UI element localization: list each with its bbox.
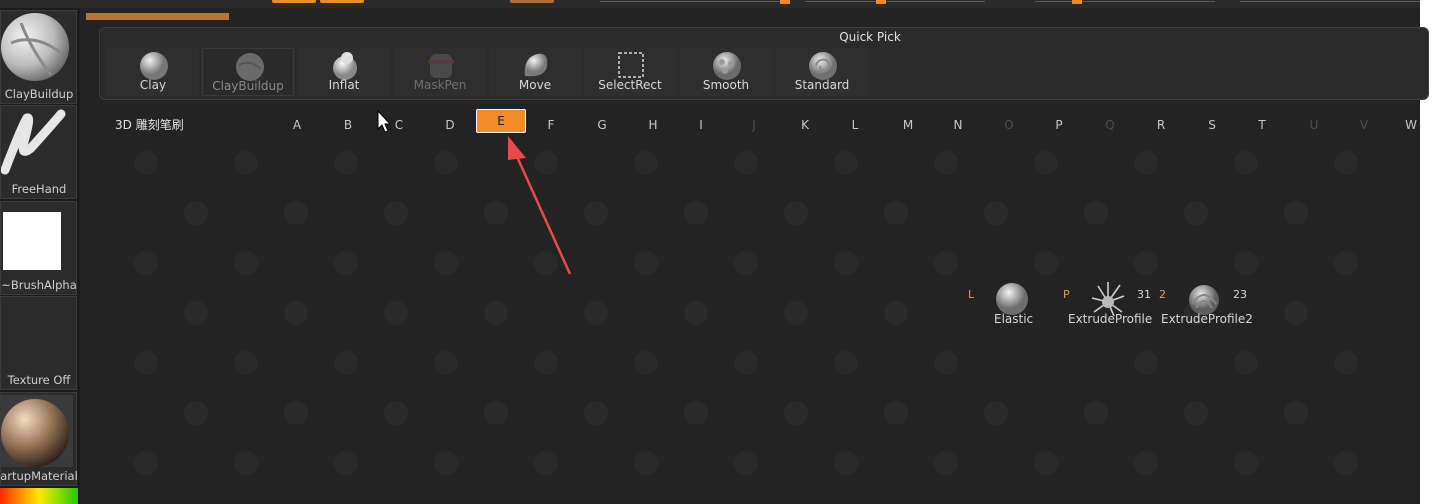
- stroke-label: FreeHand: [11, 182, 67, 196]
- material-slot[interactable]: artupMaterial: [0, 392, 78, 486]
- quick-pick-standard[interactable]: Standard: [776, 48, 868, 96]
- alpha-label: ~BrushAlpha: [1, 278, 77, 292]
- letter-filter-n[interactable]: N: [948, 118, 968, 132]
- top-slider-track-3[interactable]: [1035, 1, 1215, 2]
- freehand-stroke-icon: [1, 108, 73, 180]
- palette-drag-bar[interactable]: [86, 13, 229, 20]
- top-toolbar-strip: [0, 0, 1420, 8]
- result-label: ExtrudeProfile: [1068, 312, 1153, 326]
- texture-label: Texture Off: [7, 373, 71, 387]
- letter-filter-j[interactable]: J: [744, 118, 764, 132]
- extrudeprofile2-brush-icon: [1189, 285, 1219, 315]
- brush-result-extrudeprofile[interactable]: P 31 ExtrudeProfile: [1062, 282, 1158, 332]
- quick-pick-label: Clay: [139, 78, 167, 92]
- stroke-slot[interactable]: FreeHand: [0, 105, 77, 199]
- alpha-slot[interactable]: ~BrushAlpha: [0, 201, 77, 295]
- maskpen-brush-icon: [428, 54, 454, 78]
- quick-pick-label: SelectRect: [598, 78, 662, 92]
- top-slider-knob-2[interactable]: [876, 0, 886, 4]
- result-count: 31: [1137, 288, 1151, 301]
- result-label: ExtrudeProfile2: [1161, 312, 1253, 326]
- quick-pick-selectrect[interactable]: SelectRect: [584, 48, 676, 96]
- letter-filter-v[interactable]: V: [1354, 118, 1374, 132]
- standard-brush-icon: [809, 52, 837, 80]
- letter-filter-a[interactable]: A: [287, 118, 307, 132]
- result-label: Elastic: [994, 312, 1034, 326]
- brush-palette-title: 3D 雕刻笔刷: [115, 118, 184, 132]
- result-tag: 2: [1159, 288, 1166, 301]
- letter-filter-i[interactable]: I: [691, 118, 711, 132]
- annotation-arrow-icon: [508, 136, 572, 275]
- quick-pick-smooth[interactable]: Smooth: [680, 48, 772, 96]
- current-brush-label: ClayBuildup: [4, 87, 74, 101]
- top-slider-track-4[interactable]: [1240, 1, 1420, 2]
- quick-pick-label: Move: [518, 78, 552, 92]
- clay-buildup-brush-icon: [1, 13, 69, 81]
- result-count: 23: [1233, 288, 1247, 301]
- top-toggle-1[interactable]: [272, 0, 316, 3]
- smooth-brush-icon: [713, 52, 741, 80]
- quick-pick-label: ClayBuildup: [212, 79, 284, 93]
- claybuildup-brush-icon: [236, 53, 264, 81]
- texture-slot[interactable]: Texture Off: [0, 296, 77, 390]
- top-toggle-3[interactable]: [510, 0, 554, 3]
- mouse-cursor-icon: [377, 110, 391, 133]
- letter-filter-h[interactable]: H: [643, 118, 663, 132]
- letter-filter-m[interactable]: M: [898, 118, 918, 132]
- brush-result-extrudeprofile2[interactable]: 2 23 ExtrudeProfile2: [1158, 282, 1254, 332]
- letter-filter-q[interactable]: Q: [1100, 118, 1120, 132]
- letter-filter-p[interactable]: P: [1049, 118, 1069, 132]
- quick-pick-label: Inflat: [328, 78, 360, 92]
- top-slider-track-1[interactable]: [600, 1, 790, 2]
- quick-pick-label: Smooth: [702, 78, 750, 92]
- letter-filter-c[interactable]: C: [389, 118, 409, 132]
- elastic-brush-icon: [996, 283, 1028, 315]
- letter-filter-d[interactable]: D: [440, 118, 460, 132]
- startup-material-icon: [1, 395, 73, 467]
- quick-pick-label: Standard: [794, 78, 850, 92]
- top-slider-knob-3[interactable]: [1072, 0, 1082, 4]
- selectrect-brush-icon: [618, 52, 644, 78]
- quick-pick-maskpen[interactable]: MaskPen: [394, 48, 486, 96]
- current-brush-slot[interactable]: ClayBuildup: [0, 10, 77, 104]
- extrudeprofile-brush-icon: [1091, 282, 1125, 316]
- letter-filter-w[interactable]: W: [1404, 118, 1418, 132]
- texture-off-icon: [1, 299, 73, 371]
- quick-pick-clay[interactable]: Clay: [107, 48, 199, 96]
- quick-pick-label: MaskPen: [413, 78, 467, 92]
- quick-pick-title: Quick Pick: [839, 30, 901, 44]
- letter-filter-k[interactable]: K: [795, 118, 815, 132]
- letter-filter-o[interactable]: O: [999, 118, 1019, 132]
- quick-pick-move[interactable]: Move: [489, 48, 581, 96]
- move-brush-icon: [524, 53, 548, 77]
- brush-result-elastic[interactable]: L Elastic: [966, 282, 1056, 332]
- brush-alpha-icon: [3, 212, 61, 270]
- quick-pick-panel: Quick Pick Clay ClayBuildup Inflat MaskP…: [99, 27, 1429, 100]
- letter-filter-g[interactable]: G: [592, 118, 612, 132]
- letter-filter-l[interactable]: L: [845, 118, 865, 132]
- material-label: artupMaterial: [0, 469, 78, 483]
- letter-filter-r[interactable]: R: [1151, 118, 1171, 132]
- top-slider-knob-1[interactable]: [780, 0, 790, 4]
- top-slider-track-2[interactable]: [805, 1, 985, 2]
- letter-filter-s[interactable]: S: [1202, 118, 1222, 132]
- color-picker-strip[interactable]: [0, 488, 78, 504]
- quick-pick-claybuildup[interactable]: ClayBuildup: [202, 48, 294, 96]
- left-tray: ClayBuildup FreeHand ~BrushAlpha Texture…: [0, 8, 80, 504]
- result-tag: L: [968, 288, 975, 301]
- letter-filter-u[interactable]: U: [1304, 118, 1324, 132]
- inflat-brush-icon: [333, 52, 357, 80]
- letter-filter-t[interactable]: T: [1252, 118, 1272, 132]
- top-toggle-2[interactable]: [320, 0, 364, 3]
- quick-pick-inflat[interactable]: Inflat: [298, 48, 390, 96]
- result-tag: P: [1063, 288, 1070, 301]
- letter-filter-b[interactable]: B: [338, 118, 358, 132]
- clay-brush-icon: [140, 52, 168, 80]
